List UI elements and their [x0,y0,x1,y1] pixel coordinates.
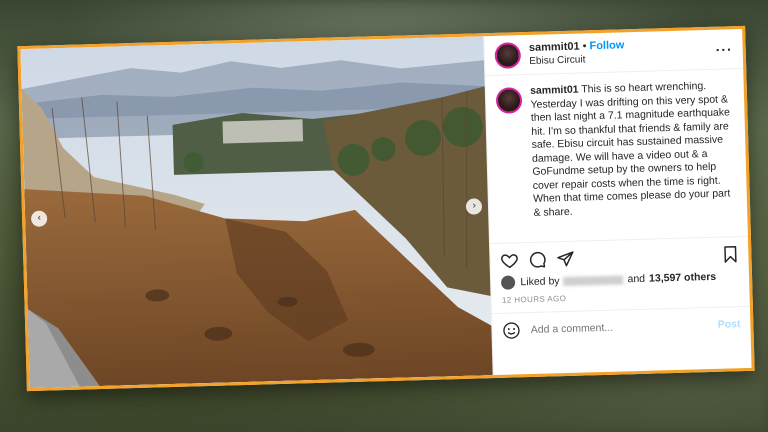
separator-dot: • [582,40,587,53]
heart-icon[interactable] [501,251,519,269]
liked-by-and: and [627,272,646,286]
avatar[interactable] [494,41,522,69]
comment-bar: Post [492,307,750,348]
share-icon[interactable] [557,250,575,268]
blurred-liker-name [563,274,624,286]
username-link[interactable]: sammit01 [529,41,580,54]
caption-body: This is so heart wrenching. Yesterday I … [530,80,731,219]
post-comment-button[interactable]: Post [717,318,740,331]
landslide-photo [20,36,494,389]
likes-count-link[interactable]: 13,597 others [649,271,716,285]
follow-button[interactable]: Follow [589,39,624,52]
post-sidebar: sammit01 • Follow Ebisu Circuit ··· sammit… [483,28,752,376]
liker-avatar[interactable] [501,275,516,290]
post-photo: ‹ › [20,36,494,389]
more-options-icon[interactable]: ··· [715,41,732,57]
chevron-left-icon[interactable]: ‹ [30,209,48,227]
bookmark-icon[interactable] [722,245,738,263]
caption-username[interactable]: sammit01 [530,84,579,97]
comment-icon[interactable] [529,251,547,269]
caption-text: sammit01 This is so heart wrenching. Yes… [530,79,738,236]
liked-by-prefix: Liked by [520,275,560,289]
instagram-post-card: ‹ › sammit01 • Follow Ebisu Circuit ··· sa… [17,25,755,392]
comment-input[interactable] [528,317,718,338]
emoji-icon[interactable] [503,321,521,339]
caption-avatar[interactable] [496,87,523,114]
caption: sammit01 This is so heart wrenching. Yes… [485,68,748,245]
